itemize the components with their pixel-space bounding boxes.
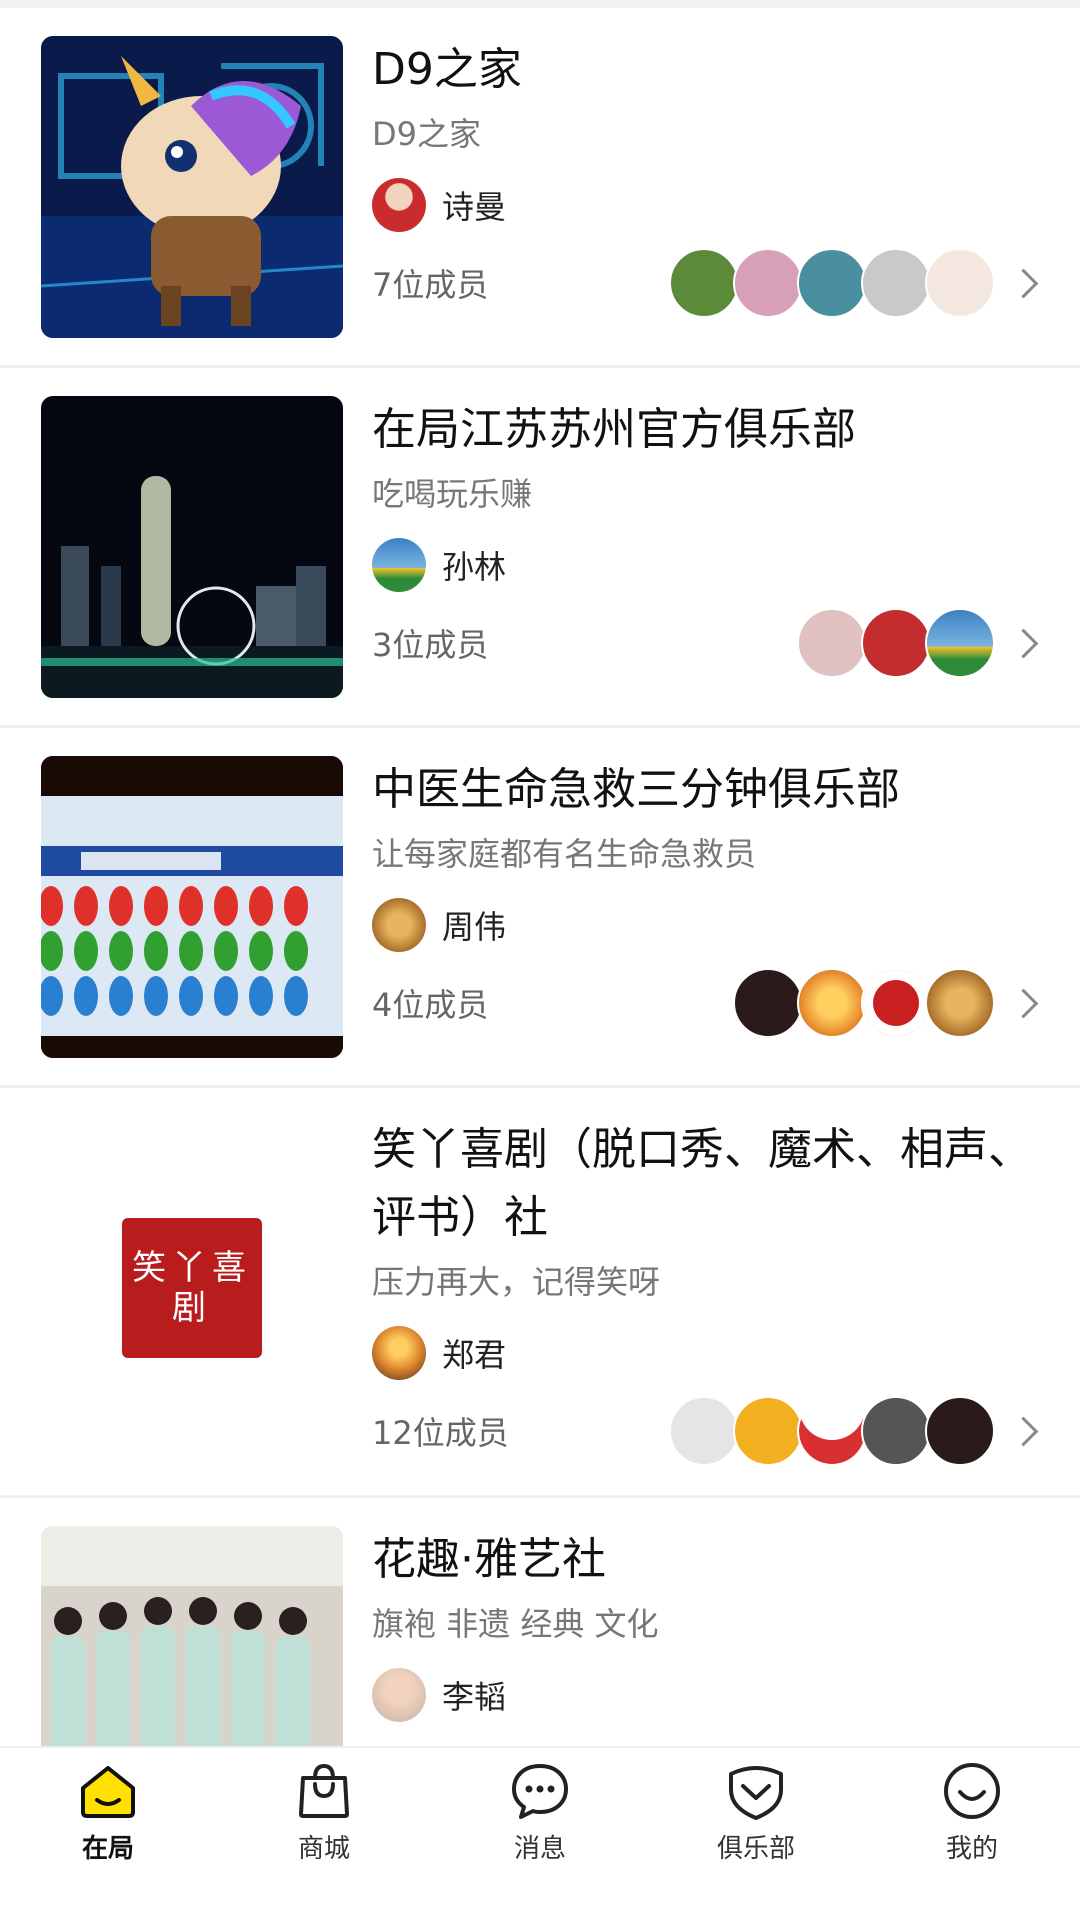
home-icon xyxy=(81,1766,135,1818)
tab-home-label: 在局 xyxy=(81,1834,134,1864)
member-avatar xyxy=(925,1396,995,1466)
owner-avatar xyxy=(372,1668,426,1722)
chevron-right-icon[interactable] xyxy=(1008,268,1039,298)
club-subtitle: D9之家 xyxy=(372,115,482,153)
club-owner[interactable]: 郑君 xyxy=(372,1326,1040,1380)
tab-clubs-label: 俱乐部 xyxy=(716,1834,795,1864)
member-avatar xyxy=(669,248,739,318)
tab-profile[interactable]: 我的 xyxy=(864,1748,1080,1922)
chevron-right-icon[interactable] xyxy=(1008,1416,1039,1446)
tab-profile-label: 我的 xyxy=(945,1834,998,1864)
tab-messages-label: 消息 xyxy=(513,1834,566,1864)
club-thumbnail xyxy=(41,396,343,698)
member-avatar xyxy=(925,608,995,678)
member-avatar xyxy=(797,248,867,318)
club-card-d9[interactable]: D9之家 D9之家 诗曼 7位成员 xyxy=(0,8,1080,368)
members-row[interactable]: 3位成员 xyxy=(372,608,1040,678)
club-card-tcm[interactable]: 中医生命急救三分钟俱乐部 让每家庭都有名生命急救员 周伟 4位成员 xyxy=(0,728,1080,1088)
member-avatar xyxy=(925,968,995,1038)
club-icon xyxy=(729,1766,783,1820)
club-card-qipao[interactable]: 花趣·雅艺社 旗袍 非遗 经典 文化 李韬 xyxy=(0,1498,1080,1746)
tab-home[interactable]: 在局 xyxy=(0,1748,216,1922)
profile-icon xyxy=(944,1763,1000,1819)
tab-mall[interactable]: 商城 xyxy=(216,1748,432,1922)
member-avatar xyxy=(861,968,931,1038)
member-avatar xyxy=(861,608,931,678)
club-card-suzhou[interactable]: 在局江苏苏州官方俱乐部 吃喝玩乐赚 孙林 3位成员 xyxy=(0,368,1080,728)
owner-name: 孙林 xyxy=(442,548,507,586)
members-row[interactable]: 7位成员 xyxy=(372,248,1040,318)
members-row[interactable]: 4位成员 xyxy=(372,968,1040,1038)
tab-messages[interactable]: 消息 xyxy=(432,1748,648,1922)
chevron-right-icon[interactable] xyxy=(1008,988,1039,1018)
member-avatar xyxy=(733,248,803,318)
comedy-seal-logo: 笑丫喜剧 xyxy=(122,1218,262,1358)
club-thumbnail xyxy=(41,756,343,1058)
members-count: 3位成员 xyxy=(372,626,489,664)
club-title: 中医生命急救三分钟俱乐部 xyxy=(372,764,900,815)
owner-avatar xyxy=(372,178,426,232)
club-subtitle: 压力再大，记得笑呀 xyxy=(372,1263,661,1301)
member-avatars[interactable] xyxy=(669,248,1040,318)
club-subtitle: 吃喝玩乐赚 xyxy=(372,475,533,513)
owner-avatar xyxy=(372,538,426,592)
club-card-comedy[interactable]: 笑丫喜剧 笑丫喜剧（脱口秀、魔术、相声、评书）社 压力再大，记得笑呀 郑君 12… xyxy=(0,1088,1080,1498)
club-thumbnail xyxy=(41,36,343,338)
member-avatar xyxy=(733,1396,803,1466)
member-avatar xyxy=(861,248,931,318)
club-list: D9之家 D9之家 诗曼 7位成员 在局江苏苏州官方俱乐部 吃喝玩乐赚 孙林 3… xyxy=(0,8,1080,1746)
top-divider xyxy=(0,0,1080,8)
member-avatar xyxy=(669,1396,739,1466)
tab-clubs[interactable]: 俱乐部 xyxy=(648,1748,864,1922)
member-avatars[interactable] xyxy=(733,968,1040,1038)
club-owner[interactable]: 李韬 xyxy=(372,1668,1040,1722)
member-avatar xyxy=(925,248,995,318)
members-row[interactable]: 12位成员 xyxy=(372,1396,1040,1466)
owner-name: 郑君 xyxy=(442,1336,507,1374)
owner-name: 周伟 xyxy=(442,908,507,946)
club-title: 花趣·雅艺社 xyxy=(372,1534,606,1585)
member-avatar xyxy=(797,968,867,1038)
tab-mall-label: 商城 xyxy=(297,1834,350,1864)
members-count: 7位成员 xyxy=(372,266,489,304)
member-avatar xyxy=(733,968,803,1038)
member-avatars[interactable] xyxy=(797,608,1040,678)
chevron-right-icon[interactable] xyxy=(1008,628,1039,658)
club-title: 在局江苏苏州官方俱乐部 xyxy=(372,404,856,455)
club-owner[interactable]: 孙林 xyxy=(372,538,1040,592)
club-subtitle: 让每家庭都有名生命急救员 xyxy=(372,835,757,873)
club-owner[interactable]: 诗曼 xyxy=(372,178,1040,232)
members-count: 4位成员 xyxy=(372,986,489,1024)
member-avatars[interactable] xyxy=(669,1396,1040,1466)
club-thumbnail: 笑丫喜剧 xyxy=(41,1178,343,1398)
club-thumbnail xyxy=(41,1526,343,1746)
club-subtitle: 旗袍 非遗 经典 文化 xyxy=(372,1605,659,1643)
member-avatar xyxy=(861,1396,931,1466)
owner-name: 李韬 xyxy=(442,1678,507,1716)
club-title: D9之家 xyxy=(372,44,522,95)
club-title: 笑丫喜剧（脱口秀、魔术、相声、评书）社 xyxy=(372,1124,1032,1243)
owner-name: 诗曼 xyxy=(442,188,507,226)
member-avatar xyxy=(797,608,867,678)
message-icon xyxy=(512,1764,568,1819)
bottom-tab-bar: 在局 商城 消息 俱乐部 我的 xyxy=(0,1746,1080,1922)
owner-avatar xyxy=(372,898,426,952)
club-owner[interactable]: 周伟 xyxy=(372,898,1040,952)
members-count: 12位成员 xyxy=(372,1414,509,1452)
member-avatar xyxy=(797,1396,867,1466)
owner-avatar xyxy=(372,1326,426,1380)
bag-icon xyxy=(299,1763,349,1818)
